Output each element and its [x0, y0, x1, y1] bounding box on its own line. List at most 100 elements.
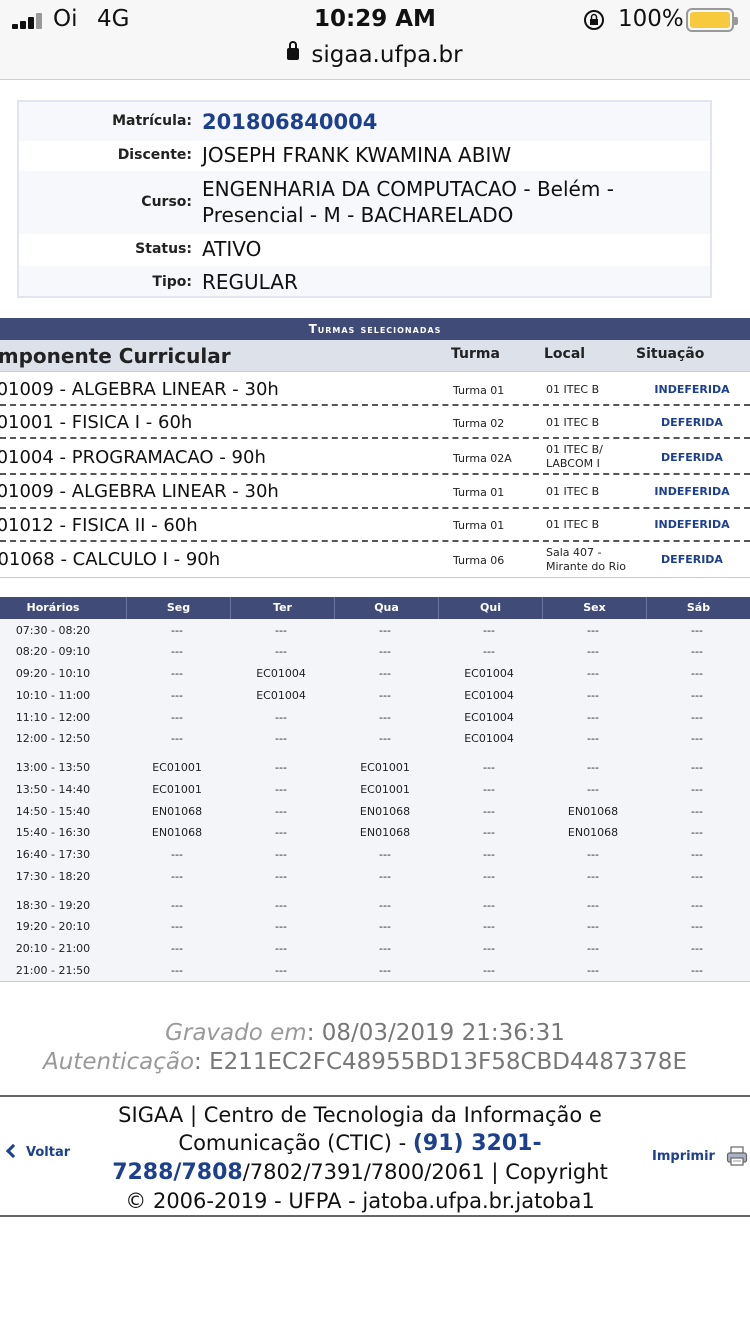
schedule-cell: EC01004: [464, 732, 514, 745]
schedule-cell: ---: [587, 761, 599, 774]
phone-link-b[interactable]: 7288/7808: [112, 1160, 243, 1185]
schedule-cell: ---: [171, 689, 183, 702]
turma-componente: C01004 - PROGRAMACAO - 90h: [0, 447, 266, 468]
matricula-label: Matrícula:: [112, 113, 192, 129]
schedule-time-cell: 16:40 - 17:30: [15, 848, 91, 861]
turma-situacao: INDEFERIDA: [654, 518, 730, 531]
schedule-time-cell: 09:20 - 10:10: [15, 667, 91, 680]
schedule-cell: ---: [483, 624, 495, 637]
schedule-row: 12:00 - 12:50 --- --- --- EC01004 --- ---: [0, 729, 750, 749]
url-bar[interactable]: sigaa.ufpa.br: [0, 40, 750, 80]
schedule-cell: ---: [379, 689, 391, 702]
schedule-cell: ---: [691, 870, 703, 883]
column-header-componente: omponente Curricular: [0, 344, 231, 368]
schedule-cell: ---: [587, 964, 599, 977]
status-value: ATIVO: [202, 237, 262, 261]
schedule-cell: EN01068: [151, 805, 203, 818]
schedule-row: 14:50 - 15:40 EN01068 --- EN01068 --- EN01068…: [0, 802, 750, 822]
schedule-table: Horários Seg Ter Qua Qui Sex Sáb 07:30 -…: [0, 597, 750, 982]
schedule-cell: ---: [483, 645, 495, 658]
schedule-cell: ---: [379, 899, 391, 912]
schedule-row: 16:40 - 17:30 --- --- --- --- --- ---: [0, 845, 750, 865]
curso-label: Curso:: [141, 194, 192, 210]
schedule-time-cell: 08:20 - 09:10: [15, 645, 91, 658]
schedule-time-cell: 10:10 - 11:00: [15, 689, 91, 702]
schedule-cell: ---: [275, 826, 287, 839]
schedule-header-cell: Sex: [542, 597, 646, 619]
schedule-cell: ---: [379, 711, 391, 724]
schedule-cell: ---: [275, 711, 287, 724]
schedule-cell: ---: [171, 848, 183, 861]
turma-situacao: DEFERIDA: [661, 553, 723, 566]
table-row: C01009 - ALGEBRA LINEAR - 30h Turma 01 0…: [0, 373, 750, 406]
discente-label: Discente:: [117, 147, 192, 163]
schedule-cell: ---: [379, 870, 391, 883]
gravado-label: Gravado em: [165, 1020, 307, 1046]
battery-percentage: 100%: [618, 6, 684, 32]
schedule-cell: EC01004: [464, 667, 514, 680]
schedule-cell: ---: [483, 899, 495, 912]
schedule-cell: ---: [171, 667, 183, 680]
turmas-section-title: Turmas selecionadas: [0, 318, 750, 340]
turma-local: 01 ITEC B: [546, 383, 600, 396]
schedule-cell: ---: [275, 870, 287, 883]
schedule-cell: ---: [379, 964, 391, 977]
schedule-row: 08:20 - 09:10 --- --- --- --- --- ---: [0, 642, 750, 662]
curso-value: ENGENHARIA DA COMPUTACAO - Belém - Prese…: [202, 177, 614, 227]
schedule-cell: ---: [691, 899, 703, 912]
table-row: N01068 - CALCULO I - 90h Turma 06 Sala 4…: [0, 542, 750, 578]
schedule-cell: ---: [275, 645, 287, 658]
schedule-cell: ---: [171, 964, 183, 977]
voltar-label: Voltar: [26, 1145, 71, 1160]
schedule-cell: ---: [483, 826, 495, 839]
schedule-cell: ---: [171, 899, 183, 912]
schedule-cell: ---: [275, 624, 287, 637]
imprimir-button[interactable]: Imprimir: [652, 1149, 715, 1164]
rotation-lock-icon: [584, 10, 604, 30]
schedule-cell: ---: [275, 942, 287, 955]
schedule-header-cell: Qua: [334, 597, 438, 619]
schedule-cell: ---: [171, 920, 183, 933]
schedule-cell: ---: [691, 805, 703, 818]
schedule-row: 07:30 - 08:20 --- --- --- --- --- ---: [0, 621, 750, 641]
schedule-cell: ---: [275, 761, 287, 774]
battery-icon: [686, 8, 738, 32]
schedule-cell: ---: [691, 783, 703, 796]
schedule-cell: ---: [483, 870, 495, 883]
schedule-cell: ---: [379, 942, 391, 955]
turma-turma: Turma 01: [453, 486, 505, 499]
schedule-cell: EC01001: [152, 761, 202, 774]
turma-local: 01 ITEC B: [546, 485, 600, 498]
schedule-cell: ---: [483, 920, 495, 933]
turma-situacao: INDEFERIDA: [654, 383, 730, 396]
voltar-button[interactable]: Voltar: [4, 1143, 71, 1160]
schedule-cell: ---: [587, 783, 599, 796]
schedule-cell: ---: [379, 667, 391, 680]
schedule-cell: ---: [691, 848, 703, 861]
turma-componente: C01009 - ALGEBRA LINEAR - 30h: [0, 481, 279, 502]
schedule-cell: ---: [483, 964, 495, 977]
schedule-cell: ---: [275, 805, 287, 818]
schedule-cell: ---: [483, 848, 495, 861]
schedule-time-cell: 13:00 - 13:50: [15, 761, 91, 774]
status-bar: Oi 4G 10:29 AM 100%: [0, 0, 750, 40]
schedule-cell: ---: [275, 920, 287, 933]
schedule-cell: EN01068: [567, 826, 619, 839]
schedule-cell: EN01068: [151, 826, 203, 839]
schedule-header-cell: Sáb: [646, 597, 750, 619]
schedule-cell: ---: [171, 942, 183, 955]
matricula-value[interactable]: 201806840004: [202, 109, 692, 135]
schedule-time-cell: 11:10 - 12:00: [15, 711, 91, 724]
schedule-cell: ---: [587, 870, 599, 883]
schedule-cell: EN01068: [567, 805, 619, 818]
printer-icon[interactable]: [726, 1145, 748, 1167]
schedule-cell: ---: [691, 732, 703, 745]
schedule-cell: ---: [483, 783, 495, 796]
schedule-cell: ---: [171, 624, 183, 637]
phone-link-a[interactable]: (91) 3201-: [413, 1131, 542, 1156]
schedule-cell: ---: [587, 732, 599, 745]
tipo-value: REGULAR: [202, 270, 298, 294]
turma-componente: C01012 - FISICA II - 60h: [0, 515, 198, 536]
turma-turma: Turma 02: [453, 417, 505, 430]
turma-situacao: DEFERIDA: [661, 451, 723, 464]
